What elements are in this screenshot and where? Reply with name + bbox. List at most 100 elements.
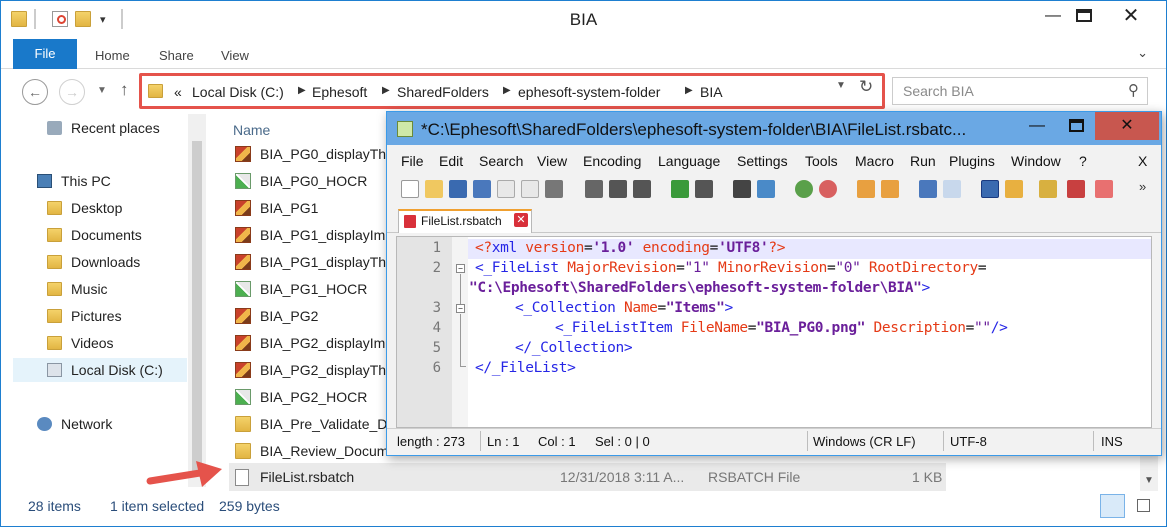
menu-run[interactable]: Run: [910, 153, 936, 169]
paste-icon[interactable]: [633, 180, 651, 198]
code-editor[interactable]: 1 2 3 4 5 6 − − <?xml version = '1.0' enco…: [396, 236, 1152, 428]
tab-share[interactable]: Share: [159, 48, 194, 63]
menu-tools[interactable]: Tools: [805, 153, 838, 169]
file-row[interactable]: BIA_PG2_displayThu: [229, 357, 389, 384]
search-input[interactable]: Search BIA ⚲: [892, 77, 1148, 105]
menu-help[interactable]: ?: [1079, 153, 1087, 169]
minimize-button[interactable]: —: [1017, 112, 1057, 140]
menu-plugins[interactable]: Plugins: [949, 153, 995, 169]
chevron-right-icon[interactable]: ▶: [685, 85, 693, 96]
close-button[interactable]: ✕: [1095, 112, 1159, 140]
nav-videos[interactable]: Videos: [1, 331, 187, 355]
sync-vertical-icon[interactable]: [857, 180, 875, 198]
chevron-right-icon[interactable]: ▶: [382, 85, 390, 96]
menu-window[interactable]: Window: [1011, 153, 1061, 169]
close-file-icon[interactable]: [497, 180, 515, 198]
close-button[interactable]: ✕: [1109, 1, 1153, 31]
replace-icon[interactable]: [757, 180, 775, 198]
tab-view[interactable]: View: [221, 48, 249, 63]
breadcrumb-sharedfolders[interactable]: SharedFolders: [397, 84, 489, 100]
details-view-icon[interactable]: [1100, 494, 1125, 518]
menu-search[interactable]: Search: [479, 153, 523, 169]
nav-documents[interactable]: Documents: [1, 223, 187, 247]
file-row[interactable]: BIA_PG1_displayIm: [229, 222, 389, 249]
open-file-icon[interactable]: [425, 180, 443, 198]
tab-home[interactable]: Home: [95, 48, 130, 63]
nav-desktop[interactable]: Desktop: [1, 196, 187, 220]
doc-map-icon[interactable]: [1005, 180, 1023, 198]
forward-button[interactable]: →: [59, 79, 85, 105]
fold-toggle-icon[interactable]: −: [456, 264, 465, 273]
nav-downloads[interactable]: Downloads: [1, 250, 187, 274]
chevron-down-icon[interactable]: ⌄: [1137, 45, 1148, 61]
nav-music[interactable]: Music: [1, 277, 187, 301]
menu-view[interactable]: View: [537, 153, 567, 169]
close-tab-icon[interactable]: ✕: [514, 213, 528, 227]
menu-encoding[interactable]: Encoding: [583, 153, 641, 169]
print-icon[interactable]: [545, 180, 563, 198]
toolbar-overflow-icon[interactable]: »: [1139, 179, 1146, 194]
file-row[interactable]: BIA_PG1_displayThu: [229, 249, 389, 276]
file-row[interactable]: BIA_PG0_HOCR: [229, 168, 389, 195]
scroll-down-icon[interactable]: ▼: [1144, 475, 1154, 486]
save-all-icon[interactable]: [473, 180, 491, 198]
chevron-right-icon[interactable]: ▶: [503, 85, 511, 96]
save-icon[interactable]: [449, 180, 467, 198]
maximize-button[interactable]: [1057, 112, 1097, 140]
chevron-right-icon[interactable]: ▶: [298, 85, 306, 96]
file-row[interactable]: BIA_PG2_HOCR: [229, 384, 389, 411]
find-icon[interactable]: [733, 180, 751, 198]
file-row[interactable]: BIA_Pre_Validate_D: [229, 411, 389, 438]
indent-guide-icon[interactable]: [981, 180, 999, 198]
function-list-icon[interactable]: [1039, 180, 1057, 198]
menu-edit[interactable]: Edit: [439, 153, 463, 169]
back-button[interactable]: ←: [22, 79, 48, 105]
address-bar[interactable]: « Local Disk (C:) ▶ Ephesoft ▶ SharedFol…: [139, 73, 885, 109]
tab-filelist[interactable]: FileList.rsbatch ✕: [398, 209, 532, 233]
record-macro-icon[interactable]: [1095, 180, 1113, 198]
menu-close-doc[interactable]: X: [1138, 153, 1147, 169]
zoom-in-icon[interactable]: [795, 180, 813, 198]
file-row[interactable]: BIA_PG0_displayThu: [229, 141, 389, 168]
nav-network[interactable]: Network: [1, 412, 187, 436]
breadcrumb-system-folder[interactable]: ephesoft-system-folder: [518, 84, 660, 100]
menu-language[interactable]: Language: [658, 153, 720, 169]
close-all-icon[interactable]: [521, 180, 539, 198]
menu-settings[interactable]: Settings: [737, 153, 788, 169]
zoom-out-icon[interactable]: [819, 180, 837, 198]
show-all-chars-icon[interactable]: [943, 180, 961, 198]
breadcrumb-ephesoft[interactable]: Ephesoft: [312, 84, 367, 100]
up-button[interactable]: ↑: [120, 80, 129, 100]
sync-horizontal-icon[interactable]: [881, 180, 899, 198]
menu-macro[interactable]: Macro: [855, 153, 894, 169]
file-row[interactable]: BIA_PG2_displayIm: [229, 330, 389, 357]
refresh-icon[interactable]: ↻: [859, 77, 873, 97]
breadcrumb-bia[interactable]: BIA: [700, 84, 723, 100]
redo-icon[interactable]: [695, 180, 713, 198]
breadcrumb-local-disk[interactable]: Local Disk (C:): [192, 84, 284, 100]
large-icons-view-icon[interactable]: [1131, 494, 1156, 518]
breadcrumb-overflow[interactable]: «: [174, 84, 182, 100]
folder-workspace-icon[interactable]: [1067, 180, 1085, 198]
address-dropdown-icon[interactable]: ▼: [836, 80, 846, 91]
file-row[interactable]: BIA_PG1_HOCR: [229, 276, 389, 303]
nav-local-disk[interactable]: Local Disk (C:): [13, 358, 187, 382]
maximize-button[interactable]: [1062, 1, 1106, 31]
copy-icon[interactable]: [609, 180, 627, 198]
cut-icon[interactable]: [585, 180, 603, 198]
file-row[interactable]: BIA_PG1: [229, 195, 389, 222]
nav-pictures[interactable]: Pictures: [1, 304, 187, 328]
word-wrap-icon[interactable]: [919, 180, 937, 198]
new-file-icon[interactable]: [401, 180, 419, 198]
recent-locations-icon[interactable]: ▼: [97, 85, 107, 96]
file-tab[interactable]: File: [13, 39, 77, 69]
selected-file-row[interactable]: FileList.rsbatch 12/31/2018 3:11 A... RS…: [229, 463, 946, 491]
nav-recent-places[interactable]: Recent places: [1, 116, 187, 140]
nav-this-pc[interactable]: This PC: [1, 169, 187, 193]
column-header-name[interactable]: Name: [233, 122, 270, 138]
nav-scroll-thumb[interactable]: [192, 141, 202, 471]
undo-icon[interactable]: [671, 180, 689, 198]
file-row[interactable]: BIA_PG2: [229, 303, 389, 330]
menu-file[interactable]: File: [401, 153, 424, 169]
search-icon[interactable]: ⚲: [1128, 81, 1139, 99]
